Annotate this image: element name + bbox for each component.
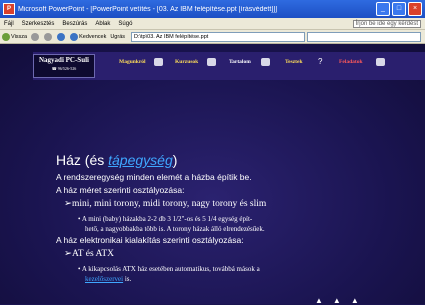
menu-file[interactable]: Fájl: [4, 21, 14, 27]
bullet-line-6: ➢AT és ATX: [64, 249, 115, 259]
tapegyseg-link[interactable]: tápegység: [108, 152, 173, 168]
menu-help[interactable]: Súgó: [118, 21, 132, 27]
car-icon: [154, 58, 163, 66]
bullet-line-7: • A kikapcsolás ATX ház esetében automat…: [78, 265, 260, 283]
close-button[interactable]: ×: [408, 2, 422, 16]
go-button[interactable]: Ugrás: [110, 34, 125, 40]
menu-insert[interactable]: Beszúrás: [62, 21, 87, 27]
minimize-button[interactable]: _: [376, 2, 390, 16]
nav-button-feladatok[interactable]: Feladatok: [336, 57, 366, 68]
school-logo[interactable]: Nagyadi PC-Suli ☎ 96/526-526: [33, 54, 95, 78]
help-question-input[interactable]: Írjon be ide egy kérdést: [352, 19, 421, 28]
nav-button-tartalom[interactable]: Tartalom: [226, 57, 254, 68]
book-icon: [261, 58, 270, 66]
slide-canvas: Nagyadi PC-Suli ☎ 96/526-526 Magunkról K…: [0, 44, 425, 305]
menu-window[interactable]: Ablak: [95, 21, 110, 27]
logo-phone: ☎ 96/526-526: [51, 66, 77, 71]
window-titlebar: P Microsoft PowerPoint - [PowerPoint vet…: [0, 0, 425, 18]
window-title: Microsoft PowerPoint - [PowerPoint vetít…: [18, 5, 278, 13]
back-arrow-icon: [2, 32, 10, 41]
pen-icon: [376, 58, 385, 66]
plane-icon: [207, 58, 216, 66]
secondary-field[interactable]: [307, 31, 421, 42]
bullet-line-5: A ház elektronikai kialakítás szerinti o…: [56, 235, 244, 245]
slide-title: Ház (és tápegység): [56, 152, 178, 168]
nav-button-tesztek[interactable]: Tesztek: [282, 57, 306, 68]
web-toolbar: Vissza Kedvencek Ugrás D:\tp\03. Az IBM …: [0, 30, 425, 44]
star-icon: [70, 32, 79, 41]
question-icon: ?: [318, 57, 323, 66]
kezeloszervei-link[interactable]: kezelőszervei: [85, 275, 123, 283]
maximize-button[interactable]: □: [392, 2, 406, 16]
bullet-line-2: A ház méret szerinti osztályozása:: [56, 185, 185, 195]
refresh-icon: [57, 32, 66, 41]
bullet-line-1: A rendszeregység minden elemét a házba é…: [56, 172, 252, 182]
forward-arrow-icon: [31, 32, 40, 41]
stop-button[interactable]: [44, 32, 53, 41]
bullet-line-4: • A mini (baby) házakba 2-2 db 3 1/2"-os…: [78, 215, 265, 233]
menu-edit[interactable]: Szerkesztés: [22, 21, 55, 27]
menu-bar: Fájl Szerkesztés Beszúrás Ablak Súgó Írj…: [0, 18, 425, 30]
logo-name: Nagyadi PC-Suli: [39, 56, 89, 64]
forward-button[interactable]: [31, 32, 40, 41]
bullet-line-3: ➢mini, mini torony, midi torony, nagy to…: [64, 199, 267, 209]
stop-icon: [44, 32, 53, 41]
refresh-button[interactable]: [57, 32, 66, 41]
address-field[interactable]: D:\tp\03. Az IBM felépítése.ppt: [131, 31, 305, 42]
favorites-button[interactable]: Kedvencek: [70, 32, 106, 41]
nav-button-kurzusok[interactable]: Kurzusok: [172, 57, 201, 68]
powerpoint-app-icon: P: [3, 3, 15, 15]
back-button[interactable]: Vissza: [2, 32, 27, 41]
nav-button-magunkrol[interactable]: Magunkról: [116, 57, 149, 68]
